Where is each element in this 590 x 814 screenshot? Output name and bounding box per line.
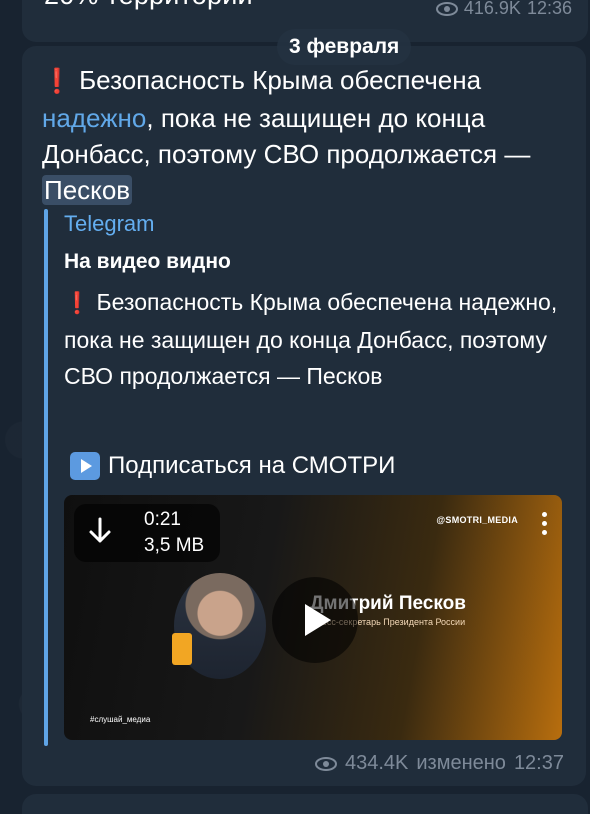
date-separator: 3 февраля: [277, 29, 412, 65]
video-size: 3,5 MB: [144, 535, 205, 556]
download-icon[interactable]: [88, 516, 112, 546]
exclamation-icon: ❗: [42, 68, 72, 95]
message-link[interactable]: надежно: [42, 103, 146, 133]
forward-body: ❗ Безопасность Крыма обеспечена надежно,…: [64, 284, 569, 394]
views-count: 434.4K: [344, 752, 409, 774]
microphone-icon: [172, 633, 192, 665]
subscribe-text[interactable]: Подписаться на СМОТРИ: [108, 452, 395, 480]
video-preview[interactable]: 0:21 3,5 MB @SMOTRI_MEDIA Дмитрий Песков…: [64, 495, 562, 740]
message-text-start: Безопасность Крыма обеспечена: [71, 65, 482, 95]
forward-source-name[interactable]: Telegram: [64, 211, 154, 237]
eye-icon: [435, 1, 458, 16]
edited-label: изменено: [416, 752, 506, 774]
eye-icon: [314, 756, 337, 771]
download-badge[interactable]: 0:21 3,5 MB: [74, 504, 220, 562]
forward-title: На видео видно: [64, 250, 231, 273]
next-message-bubble[interactable]: [22, 794, 588, 814]
forward-quote-bar: [44, 209, 48, 746]
message-meta: 434.4K изменено 12:37: [314, 752, 564, 775]
subscribe-line[interactable]: Подписаться на СМОТРИ: [70, 452, 395, 480]
previous-message-text: 20% территории: [44, 0, 253, 11]
more-options-icon[interactable]: [542, 512, 548, 540]
video-channel-tag: @SMOTRI_MEDIA: [436, 515, 518, 525]
message-time: 12:37: [513, 752, 564, 774]
highlighted-name: Песков: [42, 175, 133, 205]
previous-views-count: 416.9K: [463, 0, 521, 18]
forward-body-text: Безопасность Крыма обеспечена надежно, п…: [64, 289, 558, 389]
forward-exclamation-icon: ❗: [64, 292, 91, 315]
previous-time: 12:36: [526, 0, 572, 18]
play-icon[interactable]: [272, 577, 358, 663]
previous-message-meta: 416.9K 12:36: [435, 0, 572, 19]
message-text: ❗ Безопасность Крыма обеспечена надежно,…: [42, 62, 572, 208]
video-handle: #слушай_медиа: [90, 715, 151, 724]
video-duration: 0:21: [144, 509, 181, 530]
play-button-emoji-icon: [70, 452, 100, 480]
